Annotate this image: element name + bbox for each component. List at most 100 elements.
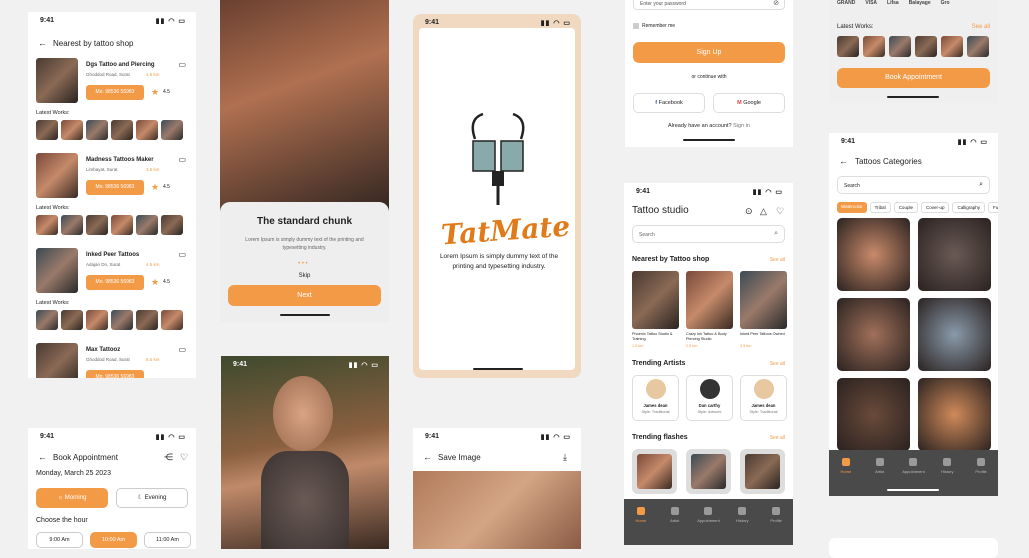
shop-address: Limbayat, Surat xyxy=(86,167,118,172)
location-icon[interactable]: ⊙ xyxy=(745,207,753,216)
category-image[interactable] xyxy=(837,298,910,371)
work-thumbnail[interactable] xyxy=(36,310,58,330)
nav-item-profile[interactable]: Profile xyxy=(966,458,996,496)
signup-button[interactable]: Sign Up xyxy=(633,42,785,63)
facebook-button[interactable]: f Facebook xyxy=(633,93,705,113)
work-thumbnail[interactable] xyxy=(136,310,158,330)
nav-item-home[interactable]: Home xyxy=(831,458,861,496)
category-chip[interactable]: Cover-up xyxy=(920,202,950,213)
share-icon[interactable]: ⋲ xyxy=(164,453,173,462)
flash-card[interactable] xyxy=(632,449,677,494)
search-input[interactable]: Search ⌕ xyxy=(632,225,785,243)
search-input[interactable]: Search ⌕ xyxy=(837,176,990,194)
category-image[interactable] xyxy=(837,218,910,291)
work-thumbnail[interactable] xyxy=(941,36,963,57)
time-slot[interactable]: 11:00 Am xyxy=(144,532,191,548)
category-image[interactable] xyxy=(918,298,991,371)
nav-item-home[interactable]: Home xyxy=(626,507,656,545)
nav-item-artist[interactable]: Artist xyxy=(660,507,690,545)
work-thumbnail[interactable] xyxy=(161,120,183,140)
call-button[interactable]: Mo. 98536 56983 xyxy=(86,370,144,378)
flash-card[interactable] xyxy=(686,449,731,494)
chat-icon[interactable]: ▭ xyxy=(178,155,186,164)
google-button[interactable]: M Google xyxy=(713,93,785,113)
book-appointment-button[interactable]: Book Appointment xyxy=(837,68,990,88)
work-thumbnail[interactable] xyxy=(863,36,885,57)
chat-icon[interactable]: ▭ xyxy=(178,60,186,69)
call-button[interactable]: Mo. 98536 56983 xyxy=(86,275,144,290)
flash-card[interactable] xyxy=(740,449,785,494)
heart-icon[interactable]: ♡ xyxy=(776,207,784,216)
category-chip[interactable]: Watercolor xyxy=(837,202,867,213)
shop-card[interactable]: Inked Peer Tattoos ▭ Adajan Dn, Surat 4.5 k… xyxy=(36,248,188,330)
work-thumbnail[interactable] xyxy=(111,310,133,330)
password-field[interactable]: Enter your password ⊘ xyxy=(633,0,785,10)
nav-item-appointment[interactable]: Appointment xyxy=(693,507,723,545)
category-image[interactable] xyxy=(918,378,991,451)
work-thumbnail[interactable] xyxy=(86,215,108,235)
time-slot[interactable]: 10:00 Am xyxy=(90,532,137,548)
back-arrow-icon[interactable]: ← xyxy=(38,39,47,48)
signin-link[interactable]: Sign in xyxy=(733,123,750,129)
category-image[interactable] xyxy=(918,218,991,291)
work-thumbnail[interactable] xyxy=(161,310,183,330)
shop-card[interactable]: Phoenix Tattoo Studio & Training 1.5 km xyxy=(632,271,679,351)
work-thumbnail[interactable] xyxy=(86,120,108,140)
eye-off-icon[interactable]: ⊘ xyxy=(773,0,779,7)
nav-item-profile[interactable]: Profile xyxy=(761,507,791,545)
see-all-link[interactable]: See all xyxy=(770,435,785,441)
category-chip[interactable]: Calligraphy xyxy=(952,202,985,213)
work-thumbnail[interactable] xyxy=(61,310,83,330)
shop-distance: 4.5 km xyxy=(146,262,160,267)
category-chip[interactable]: Fu xyxy=(987,202,998,213)
search-icon: ⌕ xyxy=(774,230,778,237)
back-arrow-icon[interactable]: ← xyxy=(423,453,432,462)
work-thumbnail[interactable] xyxy=(136,215,158,235)
artist-card[interactable]: James dean Style: Traditional xyxy=(740,375,787,421)
work-thumbnail[interactable] xyxy=(837,36,859,57)
shop-card[interactable]: Max Tattooz ▭ Ghoddod Road, Surat 8.5 km Mo.… xyxy=(36,343,188,378)
category-chip[interactable]: Couple xyxy=(893,202,918,213)
skip-button[interactable]: Skip xyxy=(220,273,389,279)
work-thumbnail[interactable] xyxy=(111,120,133,140)
work-thumbnail[interactable] xyxy=(111,215,133,235)
next-button[interactable]: Next xyxy=(228,285,381,306)
see-all-link[interactable]: See all xyxy=(972,24,990,30)
work-thumbnail[interactable] xyxy=(161,215,183,235)
work-thumbnail[interactable] xyxy=(61,215,83,235)
call-button[interactable]: Mo. 98536 56983 xyxy=(86,85,144,100)
work-thumbnail[interactable] xyxy=(61,120,83,140)
home-indicator xyxy=(887,96,939,98)
chat-icon[interactable]: ▭ xyxy=(178,345,186,354)
work-thumbnail[interactable] xyxy=(36,215,58,235)
back-arrow-icon[interactable]: ← xyxy=(839,157,848,166)
category-chip[interactable]: Tribal xyxy=(869,202,891,213)
see-all-link[interactable]: See all xyxy=(770,361,785,367)
time-slot[interactable]: 9:00 Am xyxy=(36,532,83,548)
morning-button[interactable]: ☼ Morning xyxy=(36,488,108,508)
chat-icon[interactable]: ▭ xyxy=(178,250,186,259)
download-icon[interactable]: ⤓ xyxy=(563,453,567,462)
heart-icon[interactable]: ♡ xyxy=(180,453,188,462)
work-thumbnail[interactable] xyxy=(889,36,911,57)
shop-card[interactable]: Inked Peer Tattoos Owned 3.5 km xyxy=(740,271,787,351)
category-image[interactable] xyxy=(837,378,910,451)
see-all-link[interactable]: See all xyxy=(770,257,785,263)
artist-card[interactable]: Dan carthy Style: dotwork xyxy=(686,375,733,421)
work-thumbnail[interactable] xyxy=(36,120,58,140)
work-thumbnail[interactable] xyxy=(967,36,989,57)
nav-item-history[interactable]: History xyxy=(727,507,757,545)
work-thumbnail[interactable] xyxy=(86,310,108,330)
artist-card[interactable]: James dean Style: Traditional xyxy=(632,375,679,421)
shop-card[interactable]: Crazy Ink Tattoo & Body Piercing Studio 2… xyxy=(686,271,733,351)
shop-distance: 2.5 km xyxy=(686,344,698,348)
back-arrow-icon[interactable]: ← xyxy=(38,453,47,462)
call-button[interactable]: Mo. 98536 56983 xyxy=(86,180,144,195)
bell-icon[interactable]: △ xyxy=(760,207,767,216)
remember-checkbox[interactable] xyxy=(633,23,639,29)
shop-card[interactable]: Dgs Tattoo and Piercing ▭ Ghoddod Road, Su… xyxy=(36,58,188,140)
evening-button[interactable]: ☾ Evening xyxy=(116,488,188,508)
work-thumbnail[interactable] xyxy=(136,120,158,140)
work-thumbnail[interactable] xyxy=(915,36,937,57)
shop-card[interactable]: Madness Tattoos Maker ▭ Limbayat, Surat 3.5… xyxy=(36,153,188,235)
